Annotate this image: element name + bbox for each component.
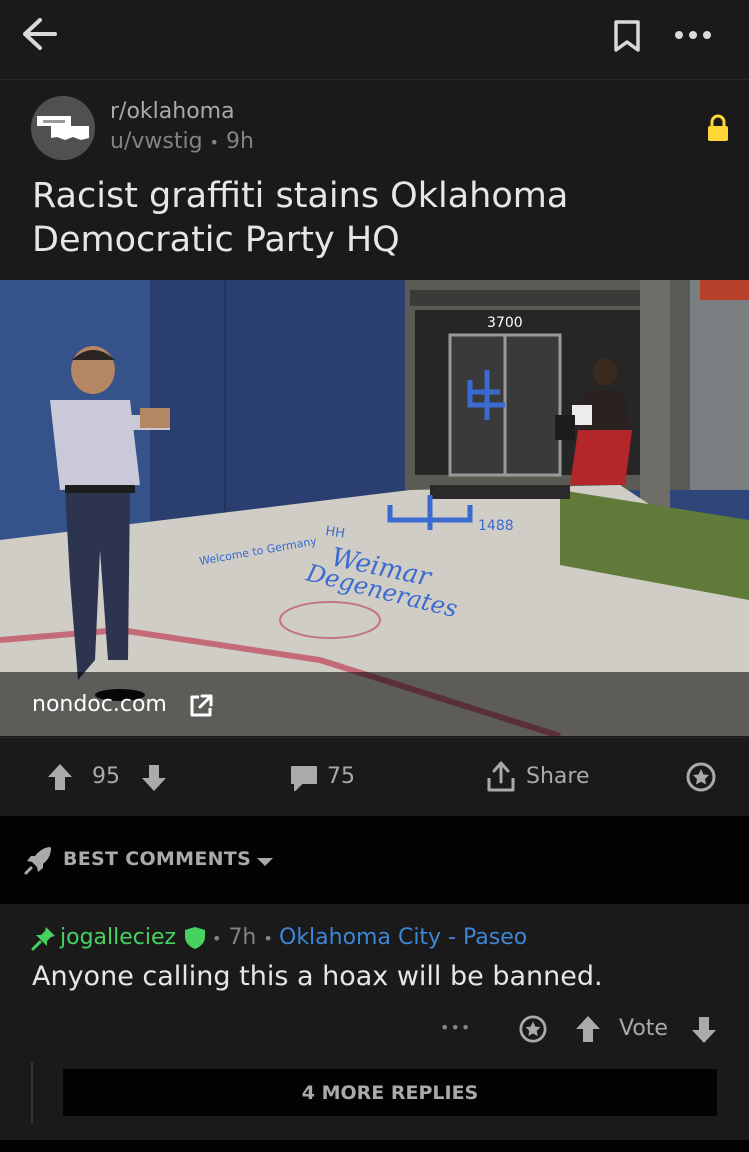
building-address: 3700 <box>487 315 523 331</box>
comments-button[interactable] <box>289 764 319 796</box>
upvote-icon <box>48 764 72 790</box>
back-arrow-icon <box>23 18 57 50</box>
downvote-button[interactable] <box>140 763 168 797</box>
upvote-button[interactable] <box>46 762 74 796</box>
chevron-down-icon[interactable] <box>256 853 274 872</box>
rocket-icon <box>24 844 54 880</box>
comment-upvote-button[interactable] <box>574 1014 602 1048</box>
comment-author[interactable]: jogalleciez <box>60 925 176 950</box>
upvote-count: 95 <box>92 764 120 789</box>
award-icon <box>686 762 716 792</box>
sort-label[interactable]: BEST COMMENTS <box>63 848 251 870</box>
comment-count: 75 <box>327 764 355 789</box>
downvote-icon <box>692 1017 716 1043</box>
downvote-icon <box>142 765 166 791</box>
comment-separator-1: • <box>212 929 222 948</box>
bookmark-icon <box>614 20 640 52</box>
share-button[interactable]: Share <box>526 764 590 789</box>
post-meta: u/vwstig • 9h <box>110 129 254 154</box>
bottom-divider <box>0 1140 749 1152</box>
more-replies-button[interactable]: 4 MORE REPLIES <box>63 1069 717 1116</box>
award-icon <box>519 1015 547 1043</box>
graffiti-hh: HH <box>324 524 345 542</box>
lock-icon <box>706 114 730 146</box>
share-icon <box>487 761 515 792</box>
comment-separator-2: • <box>263 929 273 948</box>
upvote-icon <box>576 1016 600 1042</box>
comment-body: Anyone calling this a hoax will be banne… <box>32 961 603 992</box>
meta-separator: • <box>209 133 219 152</box>
thread-line[interactable] <box>31 1062 33 1124</box>
save-button[interactable] <box>604 14 650 58</box>
pin-icon <box>31 925 57 955</box>
award-button[interactable] <box>686 762 716 796</box>
comment-award-button[interactable] <box>519 1015 547 1047</box>
post-age: 9h <box>225 129 254 154</box>
link-domain[interactable]: nondoc.com <box>32 692 167 717</box>
comment-age: 7h <box>228 925 257 950</box>
comment-downvote-button[interactable] <box>690 1015 718 1049</box>
external-link-icon[interactable] <box>188 693 214 723</box>
post-image[interactable]: 1488 HH Welcome to Germany Weimar Degene… <box>0 280 749 736</box>
post-title[interactable]: Racist graffiti stains Oklahoma Democrat… <box>32 174 672 262</box>
subreddit-avatar[interactable] <box>31 96 95 160</box>
comment-icon <box>291 766 317 791</box>
post-author[interactable]: u/vwstig <box>110 129 203 154</box>
back-button[interactable] <box>14 14 64 54</box>
subreddit-name[interactable]: r/oklahoma <box>110 99 235 124</box>
comment-more-button[interactable]: ••• <box>440 1018 471 1037</box>
comment-meta: • 7h • <box>212 925 273 950</box>
graffiti-1488: 1488 <box>478 518 514 534</box>
shield-icon <box>184 926 206 954</box>
user-flair: Oklahoma City - Paseo <box>279 925 528 950</box>
more-options-button[interactable] <box>668 20 718 50</box>
share-button-icon-wrap[interactable] <box>485 760 517 798</box>
vote-label: Vote <box>619 1016 668 1041</box>
more-icon <box>675 31 711 39</box>
